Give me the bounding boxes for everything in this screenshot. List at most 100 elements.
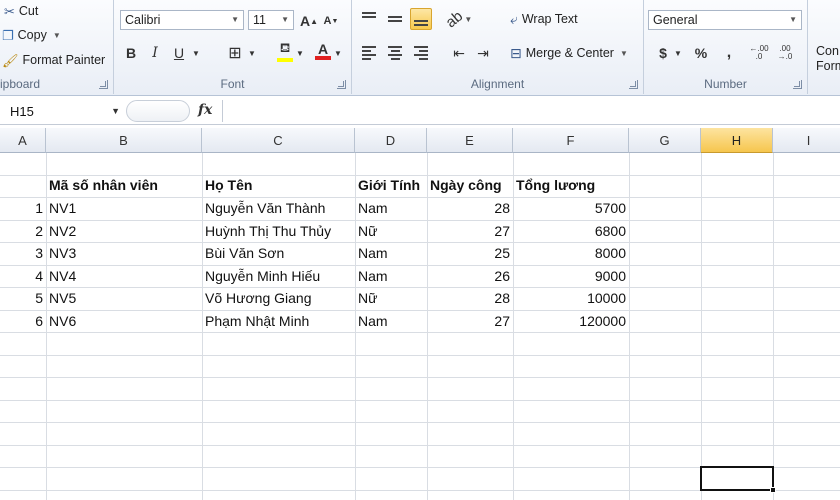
font-size-value: 11 [253,13,266,27]
formula-input[interactable] [222,100,840,122]
cell-ho-ten[interactable]: Nguyễn Minh Hiếu [202,265,355,287]
cell-ho-ten[interactable]: Nguyễn Văn Thành [202,197,355,219]
header-cell-ho-ten[interactable]: Họ Tên [202,174,355,196]
column-header-d[interactable]: D [355,128,427,153]
cell-ngay-cong[interactable]: 28 [427,197,513,219]
font-name-select[interactable]: Calibri ▼ [120,10,244,30]
decrease-decimal-button[interactable]: .00 →.0 [774,42,796,64]
cell-stt[interactable]: 2 [0,220,46,242]
currency-button[interactable]: $ [652,42,674,64]
increase-decimal-button[interactable]: ←.00 .0 [748,42,770,64]
name-box[interactable]: H15 ▼ [4,101,122,121]
align-left-icon [362,46,376,60]
font-size-select[interactable]: 11 ▼ [248,10,294,30]
wrap-text-button[interactable]: ⤶ Wrap Text [510,12,578,26]
column-header-e[interactable]: E [427,128,513,153]
currency-dropdown[interactable]: ▼ [672,42,684,64]
active-cell-selection[interactable] [700,466,774,491]
cell-tong-luong[interactable]: 120000 [513,310,629,332]
header-cell-ma-so[interactable]: Mã số nhân viên [46,174,202,196]
cell-tong-luong[interactable]: 6800 [513,220,629,242]
cell-ho-ten[interactable]: Phạm Nhật Minh [202,310,355,332]
borders-dropdown[interactable]: ▼ [246,42,258,64]
fill-color-dropdown[interactable]: ▼ [294,42,306,64]
cell-tong-luong[interactable]: 10000 [513,287,629,309]
cell-ma-so[interactable]: NV1 [46,197,202,219]
merge-center-button[interactable]: ⊟ Merge & Center ▼ [510,46,628,60]
cell-gioi-tinh[interactable]: Nữ [355,220,427,242]
cell-ngay-cong[interactable]: 25 [427,242,513,264]
increase-indent-button[interactable]: ⇥ [472,42,494,64]
percent-button[interactable]: % [690,42,712,64]
align-right-button[interactable] [410,42,432,64]
align-middle-button[interactable] [384,8,406,30]
cell-gioi-tinh[interactable]: Nam [355,242,427,264]
font-color-dropdown[interactable]: ▼ [332,42,344,64]
conditional-formatting-button[interactable]: Con Form [816,44,840,74]
cell-ma-so[interactable]: NV6 [46,310,202,332]
copy-button[interactable]: ❐ Copy ▼ [2,28,61,42]
header-cell-tong-luong[interactable]: Tổng lương [513,174,629,196]
cell-tong-luong[interactable]: 9000 [513,265,629,287]
cell-ma-so[interactable]: NV4 [46,265,202,287]
cut-button[interactable]: ✂ Cut [4,4,38,18]
worksheet-grid[interactable]: A B C D E F G H I Mã số nhân viên Họ Tên… [0,125,840,500]
font-launcher-icon[interactable] [337,80,346,89]
cell-stt[interactable]: 3 [0,242,46,264]
fill-handle[interactable] [770,487,776,493]
cell-gioi-tinh[interactable]: Nữ [355,287,427,309]
cell-gioi-tinh[interactable]: Nam [355,310,427,332]
number-format-select[interactable]: General ▼ [648,10,802,30]
cell-gioi-tinh[interactable]: Nam [355,265,427,287]
alignment-launcher-icon[interactable] [629,80,638,89]
borders-button[interactable]: ⊞ [224,42,246,64]
number-launcher-icon[interactable] [793,80,802,89]
cell-tong-luong[interactable]: 8000 [513,242,629,264]
shrink-font-button[interactable]: A ▼ [320,10,342,32]
cell-ma-so[interactable]: NV2 [46,220,202,242]
cell-ngay-cong[interactable]: 28 [427,287,513,309]
underline-dropdown[interactable]: ▼ [190,42,202,64]
cell-tong-luong[interactable]: 5700 [513,197,629,219]
column-header-c[interactable]: C [202,128,355,153]
cell-ma-so[interactable]: NV5 [46,287,202,309]
formula-bar-handle[interactable] [126,100,190,122]
orientation-button[interactable]: ab ▼ [442,7,472,31]
cell-ma-so[interactable]: NV3 [46,242,202,264]
cell-stt[interactable]: 1 [0,197,46,219]
clipboard-launcher-icon[interactable] [99,80,108,89]
cell-stt[interactable]: 4 [0,265,46,287]
cell-ho-ten[interactable]: Bùi Văn Sơn [202,242,355,264]
cell-stt[interactable]: 6 [0,310,46,332]
clipboard-group: ✂ Cut ❐ Copy ▼ 🖌 Format Painter ipboard [0,0,114,94]
font-color-button[interactable]: A [312,40,334,62]
comma-style-button[interactable]: , [718,42,740,64]
italic-button[interactable]: I [144,42,166,64]
cell-ngay-cong[interactable]: 27 [427,310,513,332]
column-header-g[interactable]: G [629,128,701,153]
column-header-a[interactable]: A [0,128,46,153]
align-top-button[interactable] [358,8,380,30]
column-header-h[interactable]: H [701,128,773,153]
cell-gioi-tinh[interactable]: Nam [355,197,427,219]
header-cell-gioi-tinh[interactable]: Giới Tính [355,174,427,196]
cell-ngay-cong[interactable]: 26 [427,265,513,287]
grow-font-button[interactable]: A ▲ [298,10,320,32]
column-header-f[interactable]: F [513,128,629,153]
fill-color-button[interactable]: ⛾ [274,40,296,62]
insert-function-button[interactable]: fx [198,102,212,118]
cell-ho-ten[interactable]: Huỳnh Thị Thu Thủy [202,220,355,242]
header-cell-ngay-cong[interactable]: Ngày công [427,174,513,196]
cell-ho-ten[interactable]: Võ Hương Giang [202,287,355,309]
align-left-button[interactable] [358,42,380,64]
decrease-indent-button[interactable]: ⇤ [448,42,470,64]
align-center-button[interactable] [384,42,406,64]
cell-ngay-cong[interactable]: 27 [427,220,513,242]
column-header-b[interactable]: B [46,128,202,153]
bold-button[interactable]: B [120,42,142,64]
cell-stt[interactable]: 5 [0,287,46,309]
column-header-i[interactable]: I [773,128,840,153]
align-bottom-button[interactable] [410,8,432,30]
format-painter-button[interactable]: 🖌 Format Painter [2,53,105,67]
underline-button[interactable]: U [168,42,190,64]
